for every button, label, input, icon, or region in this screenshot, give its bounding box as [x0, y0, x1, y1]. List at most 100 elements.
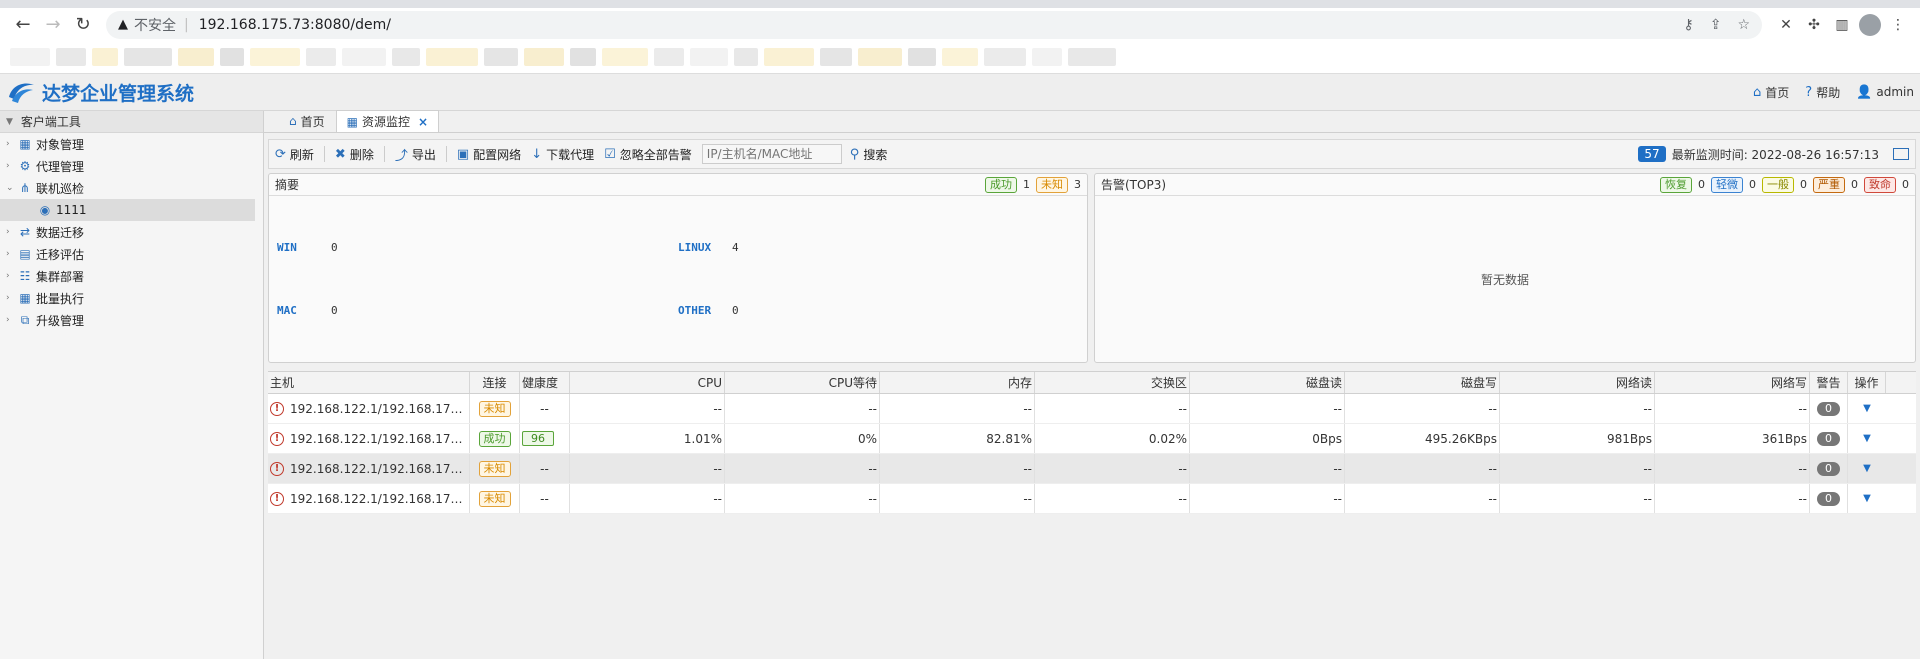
bookmark-item[interactable] [220, 48, 244, 66]
host-cell: ! 192.168.122.1/192.168.175.1... [268, 484, 470, 513]
column-header[interactable]: 连接 [470, 372, 520, 393]
bookmark-item[interactable] [124, 48, 172, 66]
bookmark-item[interactable] [820, 48, 852, 66]
bookmark-item[interactable] [484, 48, 518, 66]
bookmark-item[interactable] [734, 48, 758, 66]
column-header[interactable]: 磁盘读 [1190, 372, 1345, 393]
delete-button[interactable]: ✖ 删除 [335, 146, 374, 163]
column-header[interactable]: 网络写 [1655, 372, 1810, 393]
metric-cell: -- [1345, 394, 1500, 423]
sidebar-item-online-inspection[interactable]: ⌄ ⋔ 联机巡检 [0, 177, 263, 199]
export-button[interactable]: ⤴ 导出 [395, 145, 436, 164]
operation-cell: ▼ [1848, 484, 1886, 513]
network-config-icon: ▣ [456, 146, 470, 162]
bookmark-item[interactable] [984, 48, 1026, 66]
menu-icon[interactable]: ⋮ [1884, 11, 1912, 39]
warning-count-badge[interactable]: 0 [1817, 401, 1840, 416]
bookmark-item[interactable] [1068, 48, 1116, 66]
fullscreen-icon[interactable] [1893, 148, 1909, 160]
tab-resource-monitor[interactable]: ▦ 资源监控 × [335, 110, 440, 132]
column-header[interactable]: 内存 [880, 372, 1035, 393]
column-header[interactable]: 警告 [1810, 372, 1848, 393]
header-user-link[interactable]: 👤 admin [1856, 84, 1914, 101]
ignore-alerts-button[interactable]: ☑ 忽略全部告警 [604, 146, 692, 163]
dropdown-caret-icon[interactable]: ▼ [1863, 493, 1871, 504]
warning-count-badge[interactable]: 0 [1817, 461, 1840, 476]
bookmark-item[interactable] [392, 48, 420, 66]
export-label: 导出 [411, 147, 436, 162]
agent-icon: ⚙ [19, 159, 31, 173]
sidebar-item-migration-assessment[interactable]: › ▤ 迁移评估 [0, 243, 263, 265]
star-icon[interactable]: ☆ [1737, 17, 1750, 33]
refresh-icon: ⟳ [275, 146, 286, 162]
dropdown-caret-icon[interactable]: ▼ [1863, 403, 1871, 414]
sidebar-item-data-migration[interactable]: › ⇄ 数据迁移 [0, 221, 263, 243]
column-header[interactable]: 网络读 [1500, 372, 1655, 393]
forward-icon[interactable]: → [38, 11, 68, 39]
table-row[interactable]: ! 192.168.122.1/192.168.175.72 未知 -- -- -- -- -… [268, 394, 1916, 424]
column-header[interactable]: CPU等待 [725, 372, 880, 393]
bookmark-item[interactable] [1032, 48, 1062, 66]
dropdown-caret-icon[interactable]: ▼ [1863, 463, 1871, 474]
sidebar-item-batch-execute[interactable]: › ▦ 批量执行 [0, 287, 263, 309]
bookmark-item[interactable] [654, 48, 684, 66]
back-icon[interactable]: ← [8, 11, 38, 39]
bookmark-item[interactable] [178, 48, 214, 66]
column-header[interactable]: 磁盘写 [1345, 372, 1500, 393]
column-header[interactable]: 操作 [1848, 372, 1886, 393]
bookmark-item[interactable] [306, 48, 336, 66]
address-bar[interactable]: ▲ 不安全 | 192.168.175.73:8080/dem/ ⚷ ⇪ ☆ [106, 10, 1762, 39]
refresh-button[interactable]: ⟳ 刷新 [275, 146, 314, 163]
chevron-right-icon: › [6, 139, 10, 149]
table-row[interactable]: ! 192.168.122.1/192.168.175.1... 未知 -- -- -- -… [268, 484, 1916, 514]
bookmark-item[interactable] [602, 48, 648, 66]
search-button[interactable]: ⚲ 搜索 [850, 146, 888, 163]
alert-count-badge[interactable]: 57 [1638, 146, 1666, 162]
bookmark-item[interactable] [690, 48, 728, 66]
bookmark-item[interactable] [524, 48, 564, 66]
header-home-link[interactable]: ⌂ 首页 [1753, 84, 1789, 101]
bookmark-item[interactable] [570, 48, 596, 66]
bookmark-item[interactable] [342, 48, 386, 66]
column-header[interactable]: CPU [570, 372, 725, 393]
bookmark-item[interactable] [858, 48, 902, 66]
warning-count-badge[interactable]: 0 [1817, 491, 1840, 506]
bookmark-item[interactable] [56, 48, 86, 66]
dropdown-caret-icon[interactable]: ▼ [1863, 433, 1871, 444]
sidebar-item-1111[interactable]: ◉ 1111 [0, 199, 255, 221]
share-icon[interactable]: ⇪ [1710, 17, 1722, 33]
puzzle-icon[interactable]: ✣ [1800, 11, 1828, 39]
table-row[interactable]: ! 192.168.122.1/192.168.175.1... 未知 -- -- -- -… [268, 454, 1916, 484]
extension-icon[interactable]: ✕ [1772, 11, 1800, 39]
bookmark-item[interactable] [764, 48, 814, 66]
warning-count-badge[interactable]: 0 [1817, 431, 1840, 446]
sidebar-item-label: 对象管理 [36, 137, 85, 152]
bookmark-item[interactable] [942, 48, 978, 66]
bookmark-item[interactable] [908, 48, 936, 66]
close-icon[interactable]: × [418, 115, 428, 129]
sidebar-item-object-management[interactable]: › ▦ 对象管理 [0, 133, 263, 155]
sidebar-item-cluster-deploy[interactable]: › ☷ 集群部署 [0, 265, 263, 287]
operation-cell: ▼ [1848, 454, 1886, 483]
bookmark-item[interactable] [250, 48, 300, 66]
sidebar-item-upgrade-management[interactable]: › ⧉ 升级管理 [0, 309, 263, 331]
bookmark-item[interactable] [426, 48, 478, 66]
column-header[interactable]: 交换区 [1035, 372, 1190, 393]
column-header[interactable]: 主机 [268, 372, 470, 393]
reload-icon[interactable]: ↻ [68, 11, 98, 39]
bookmark-item[interactable] [92, 48, 118, 66]
key-icon[interactable]: ⚷ [1683, 17, 1693, 33]
header-help-link[interactable]: ? 帮助 [1805, 84, 1840, 101]
metric-cell: -- [725, 394, 880, 423]
config-network-button[interactable]: ▣ 配置网络 [457, 146, 521, 163]
profile-button[interactable] [1856, 11, 1884, 39]
column-header[interactable]: 健康度 [520, 372, 570, 393]
sidebar-title[interactable]: ▼ 客户端工具 [0, 111, 263, 133]
table-row[interactable]: ! 192.168.122.1/192.168.175.73 成功 96 1.01% 0%… [268, 424, 1916, 454]
sidepanel-icon[interactable]: ▥ [1828, 11, 1856, 39]
sidebar-item-agent-management[interactable]: › ⚙ 代理管理 [0, 155, 263, 177]
download-agent-button[interactable]: ↓ 下载代理 [531, 146, 594, 163]
search-input[interactable] [701, 144, 842, 164]
tab-home[interactable]: ⌂ 首页 [278, 110, 336, 132]
bookmark-item[interactable] [10, 48, 50, 66]
